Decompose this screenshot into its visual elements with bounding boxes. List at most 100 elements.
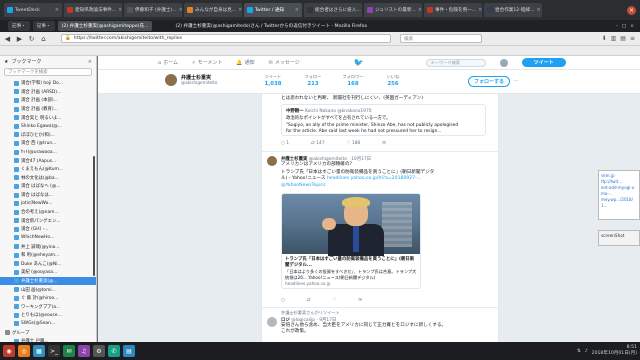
bookmark-item[interactable]: 満合 西 (@trun... <box>0 139 96 148</box>
inner-tab-3[interactable]: (2) 弁護士杉重実(@ashigamiteppe)氏... <box>57 21 153 31</box>
forward-icon[interactable]: ▶ <box>15 34 24 43</box>
bookmark-item[interactable]: ぼぼひとか(和)... <box>0 131 96 140</box>
tweet-mention[interactable]: @YahooNewsTopics <box>281 183 486 189</box>
tweet[interactable]: 弁護士杉重実さんがリツイート ロジ @logicalijp · 9月17日 安倍… <box>262 308 500 342</box>
close-tab-icon[interactable]: × <box>238 7 242 13</box>
bookmark-item[interactable]: ｾｯﾄ(@urawaoa... <box>0 148 96 157</box>
bookmark-item[interactable]: ぐ 藝 計(@hiroo... <box>0 294 96 303</box>
settings-icon[interactable]: ⚙ <box>93 345 105 357</box>
profile-stat[interactable]: いいね 256 <box>378 74 408 87</box>
avatar[interactable] <box>267 317 277 327</box>
bookmark-item[interactable]: 満合 はばなへ (@... <box>0 182 96 191</box>
close-tab-icon[interactable]: × <box>55 7 59 13</box>
library-icon[interactable]: ▥ <box>611 35 617 42</box>
download-icon[interactable]: ⬇ <box>602 35 607 42</box>
bookmark-item[interactable]: jotic(NewWo... <box>0 199 96 208</box>
bookmark-item[interactable]: 満合 はばなは... <box>0 191 96 200</box>
tweet[interactable]: とは思われないと判断、 新聞社を刊行しにくい、(英国ガーディアン) 中野剛一 K… <box>262 94 500 152</box>
files-icon[interactable]: ▦ <box>33 345 45 357</box>
browser-tab[interactable]: ジュリストの最新... × <box>364 3 422 17</box>
browser-tab[interactable]: TweetDeck × <box>4 3 62 17</box>
browser-tab[interactable]: 総合者はさらに投入...× <box>304 3 362 17</box>
bookmark-item[interactable]: 満合47 (Aapus... <box>0 156 96 165</box>
close-tab-icon[interactable]: × <box>536 7 540 13</box>
bookmark-item[interactable]: 林の文化は(@ba... <box>0 174 96 183</box>
retweet-icon[interactable]: ⇄ 147 <box>311 141 324 146</box>
twitter-nav-bell[interactable]: 🔔 通知 <box>236 59 254 67</box>
bookmark-item[interactable]: ワーキングプア(a... <box>0 302 96 311</box>
browser-tab[interactable]: Twitter / 通知 × <box>244 3 302 17</box>
background-window[interactable]: screenShot <box>598 230 640 246</box>
home-icon[interactable]: ⌂ <box>39 34 48 43</box>
retweet-icon[interactable]: ⇄ <box>307 298 311 303</box>
menu-icon[interactable]: ≡ <box>630 35 635 42</box>
dm-icon[interactable]: ✉ <box>382 141 386 146</box>
follow-button[interactable]: フォローする <box>468 76 510 87</box>
doc-icon[interactable]: ▤ <box>123 345 135 357</box>
tweet-link[interactable]: headlines.yahoo.co.jp/hl?a=20180927-... <box>327 176 421 181</box>
terminal-icon[interactable]: >_ <box>48 345 60 357</box>
profile-stat[interactable]: ツイート 1,038 <box>258 74 288 87</box>
menu-icon[interactable]: ◉ <box>3 345 15 357</box>
bookmark-item[interactable]: 美紀 (@ooyasa... <box>0 268 96 277</box>
browser-tab[interactable]: 昼合作業12-経緯... × <box>484 3 542 17</box>
bookmark-item[interactable]: とりもほ(@souse... <box>0 311 96 320</box>
bookmark-item[interactable]: 満合(学和) hoji Do... <box>0 79 96 88</box>
close-tab-icon[interactable]: × <box>295 7 299 13</box>
quoted-tweet[interactable]: 中野剛一 Koichi Nakano @knakano1970 政治的なポイント… <box>281 104 486 136</box>
bookmark-folder[interactable]: グループ <box>0 328 96 337</box>
bookmark-item[interactable]: 満合 計画 (ARSD)... <box>0 88 96 97</box>
twitter-nav-envelope[interactable]: ✉ メッセージ <box>269 59 300 67</box>
reply-icon[interactable]: ○ 1 <box>281 141 289 146</box>
bookmark-item[interactable]: 和 利(@eheyam... <box>0 251 96 260</box>
bookmark-item[interactable]: Duke あんこ(@Ni... <box>0 259 96 268</box>
bookmark-item[interactable]: 満合 計画 (本部)... <box>0 96 96 105</box>
close-window-icon[interactable]: × <box>627 5 636 15</box>
sidebar-scrollbar[interactable] <box>93 156 95 276</box>
clock[interactable]: 8:51 2018年10月01日(月) <box>592 345 637 357</box>
twitter-nav-lightning[interactable]: ⚡ モーメント <box>192 59 222 67</box>
minimize-icon[interactable]: – <box>616 24 618 29</box>
profile-stat[interactable]: フォロワー 168 <box>338 74 368 87</box>
bookmark-item[interactable]: 合の考え(@nam... <box>0 208 96 217</box>
like-icon[interactable]: ♡ <box>333 298 337 303</box>
close-icon[interactable]: × <box>630 24 634 29</box>
mail-icon[interactable]: ✉ <box>63 345 75 357</box>
music-icon[interactable]: ♫ <box>78 345 90 357</box>
avatar[interactable] <box>499 58 508 67</box>
sidebar-toggle-icon[interactable]: ▤ <box>620 35 626 42</box>
bookmark-item[interactable]: WhichNewHo... <box>0 234 96 243</box>
close-tab-icon[interactable]: × <box>179 7 182 13</box>
reload-icon[interactable]: ↻ <box>27 34 36 43</box>
tweet[interactable]: 弁護士杉重実 @akishigemiteito · 10月17日 アメリカンはア… <box>262 152 500 308</box>
url-bar[interactable]: 🔒 https://twitter.com/akishigemiteito/wi… <box>61 34 391 43</box>
bookmark-item[interactable]: 満合 (GH) -... <box>0 225 96 234</box>
twitter-search-input[interactable]: キーワード検索 <box>425 58 486 67</box>
bookmark-item[interactable]: くまえもん(@Kum... <box>0 165 96 174</box>
maximize-icon[interactable]: □ <box>622 24 626 29</box>
dm-icon[interactable]: ✉ <box>358 298 362 303</box>
bookmark-item[interactable]: 満合実と 明るいよ... <box>0 113 96 122</box>
background-window[interactable]: vkm.jp ttp://twit... ent-add-myogi-uma-...… <box>598 170 640 220</box>
more-options-icon[interactable]: ⋯ <box>514 78 519 84</box>
like-icon[interactable]: ♡ 188 <box>347 141 361 146</box>
close-tab-icon[interactable]: × <box>478 7 482 13</box>
twitter-nav-home[interactable]: ⌂ ホーム <box>158 59 178 67</box>
close-tab-icon[interactable]: × <box>118 7 122 13</box>
browser-tab[interactable]: 事件・危険を例一... × <box>424 3 482 17</box>
browser-tab[interactable]: 伊藤和子 (弁護士)... × <box>124 3 182 17</box>
avatar[interactable] <box>164 73 178 87</box>
reply-icon[interactable]: ○ <box>281 298 285 303</box>
chat-icon[interactable]: ✆ <box>108 345 120 357</box>
bookmark-search-input[interactable]: ブックマークを検索 <box>4 68 92 76</box>
link-card[interactable]: トランプ氏「日本はすごい量の防衛装備品を買うことに」(朝日新聞デジタル... 「… <box>281 193 421 290</box>
bookmark-item[interactable]: 井上 誠哉(@yino... <box>0 242 96 251</box>
browser-tab[interactable]: みんなが自身は見... × <box>184 3 242 17</box>
avatar[interactable] <box>267 156 277 166</box>
bookmark-item[interactable]: 満合 計画 (教育)... <box>0 105 96 114</box>
browser-icon[interactable]: ◎ <box>18 345 30 357</box>
back-icon[interactable]: ◀ <box>3 34 12 43</box>
inner-tab-1[interactable]: 記事・ <box>8 21 30 31</box>
browser-tab[interactable]: 愛知県政論法事件... × <box>64 3 122 17</box>
twitter-logo-icon[interactable]: 🐦 <box>354 58 364 67</box>
